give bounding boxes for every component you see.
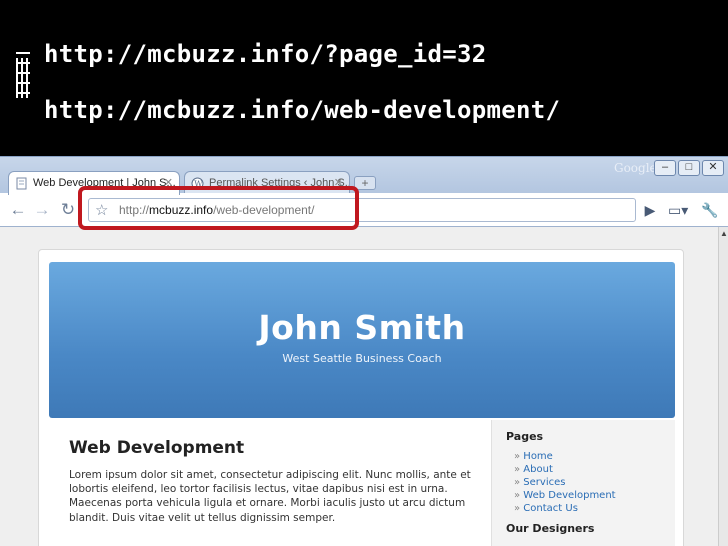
web-page: John Smith West Seattle Business Coach W… xyxy=(38,249,684,546)
go-arrow-icon[interactable]: ▶ xyxy=(640,200,660,220)
slide-decoration xyxy=(16,40,30,140)
maximize-button[interactable]: □ xyxy=(678,160,700,176)
reload-icon[interactable]: ↻ xyxy=(58,200,78,220)
scroll-up-icon[interactable]: ▲ xyxy=(720,229,728,238)
old-url-text: http://mcbuzz.info/?page_id=32 xyxy=(44,40,487,68)
pages-list: Home About Services Web Development Cont… xyxy=(514,450,616,515)
post-body: Lorem ipsum dolor sit amet, consectetur … xyxy=(69,469,471,524)
sidebar-link-services[interactable]: Services xyxy=(514,476,616,489)
vertical-scrollbar[interactable]: ▲ xyxy=(718,227,728,546)
sidebar: Pages Home About Services Web Developmen… xyxy=(491,420,675,546)
post-content: Web Development Lorem ipsum dolor sit am… xyxy=(49,420,489,546)
forward-arrow-icon[interactable]: → xyxy=(32,200,52,220)
site-title[interactable]: John Smith xyxy=(49,308,675,347)
address-highlight-box xyxy=(78,186,359,230)
site-header: John Smith West Seattle Business Coach xyxy=(49,262,675,418)
site-subtitle: West Seattle Business Coach xyxy=(282,352,442,365)
sidebar-link-home[interactable]: Home xyxy=(514,450,616,463)
new-url-text: http://mcbuzz.info/web-development/ xyxy=(44,96,561,124)
close-window-button[interactable]: ✕ xyxy=(702,160,724,176)
brand-label: Google xyxy=(614,161,657,175)
post-title: Web Development xyxy=(69,438,245,458)
sidebar-link-about[interactable]: About xyxy=(514,463,616,476)
sidebar-link-contact-us[interactable]: Contact Us xyxy=(514,502,616,515)
wrench-icon[interactable]: 🔧 xyxy=(700,200,720,220)
page-viewport: John Smith West Seattle Business Coach W… xyxy=(0,227,718,546)
back-arrow-icon[interactable]: ← xyxy=(8,200,28,220)
designers-heading: Our Designers xyxy=(506,522,595,535)
pages-heading: Pages xyxy=(506,430,544,443)
minimize-button[interactable]: – xyxy=(654,160,676,176)
page-menu-icon[interactable]: ▭▾ xyxy=(668,200,688,220)
page-icon xyxy=(16,177,27,190)
sidebar-link-web-development[interactable]: Web Development xyxy=(514,489,615,502)
